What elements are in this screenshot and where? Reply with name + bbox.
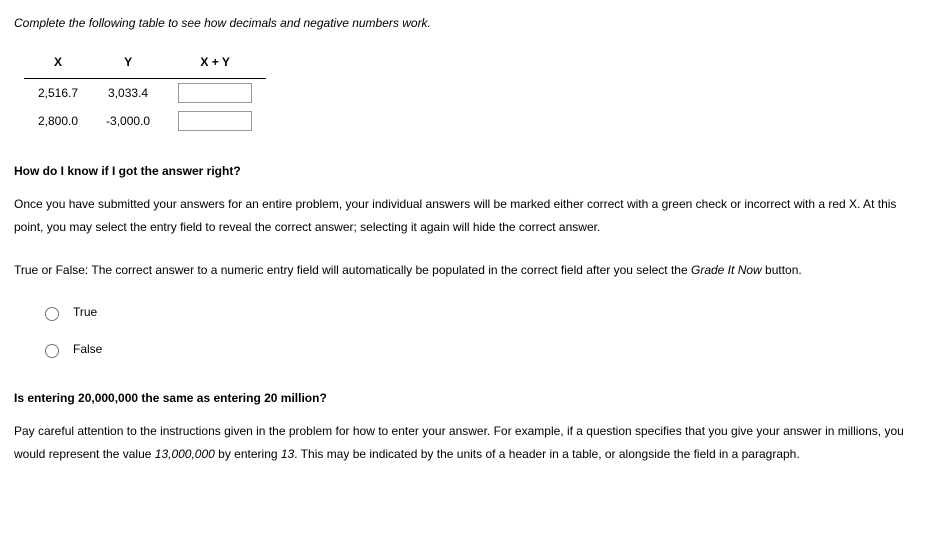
col-header-y: Y [92, 47, 164, 78]
radio-false[interactable] [45, 344, 59, 358]
cell-y: 3,033.4 [92, 78, 164, 107]
cell-sum [164, 78, 266, 107]
radio-row-true: True [40, 301, 920, 324]
instruction-text: Complete the following table to see how … [14, 12, 920, 35]
cell-x: 2,516.7 [24, 78, 92, 107]
tf-question-text: True or False: The correct answer to a n… [14, 259, 920, 282]
section1-heading: How do I know if I got the answer right? [14, 160, 920, 183]
xy-table: X Y X + Y 2,516.7 3,033.4 2,800.0 -3,000… [24, 47, 266, 136]
radio-false-label: False [73, 338, 102, 361]
radio-true[interactable] [45, 307, 59, 321]
tf-radio-group: True False [40, 301, 920, 361]
cell-x: 2,800.0 [24, 107, 92, 136]
s2-italic1: 13,000,000 [155, 447, 215, 461]
tf-prefix: True or False: The correct answer to a n… [14, 263, 691, 277]
section2-body: Pay careful attention to the instruction… [14, 420, 920, 466]
s2-middle: by entering [215, 447, 281, 461]
section2-heading: Is entering 20,000,000 the same as enter… [14, 387, 920, 410]
sum-input-0[interactable] [178, 83, 252, 103]
s2-suffix: . This may be indicated by the units of … [294, 447, 799, 461]
s2-italic2: 13 [281, 447, 294, 461]
tf-suffix: button. [762, 263, 802, 277]
sum-input-1[interactable] [178, 111, 252, 131]
table-row: 2,516.7 3,033.4 [24, 78, 266, 107]
table-row: 2,800.0 -3,000.0 [24, 107, 266, 136]
tf-italic: Grade It Now [691, 263, 762, 277]
cell-y: -3,000.0 [92, 107, 164, 136]
col-header-sum: X + Y [164, 47, 266, 78]
section1-body: Once you have submitted your answers for… [14, 193, 920, 239]
cell-sum [164, 107, 266, 136]
radio-true-label: True [73, 301, 97, 324]
col-header-x: X [24, 47, 92, 78]
radio-row-false: False [40, 338, 920, 361]
